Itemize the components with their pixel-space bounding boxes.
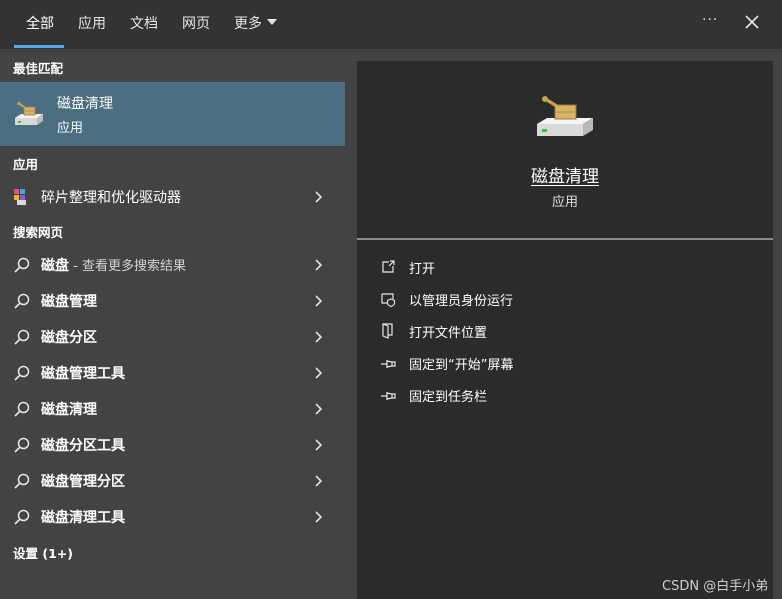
web-result-item[interactable]: 磁盘分区 <box>0 318 345 354</box>
web-search-header: 搜索网页 <box>13 225 64 240</box>
chevron-right-icon <box>315 191 323 203</box>
tab-web[interactable]: 网页 <box>182 14 210 34</box>
chevron-right-icon <box>315 403 323 415</box>
app-item-label: 碎片整理和优化驱动器 <box>41 190 181 206</box>
action-label: 固定到“开始”屏幕 <box>409 358 514 373</box>
web-result-label: 磁盘分区 <box>41 327 97 347</box>
search-icon <box>14 329 30 345</box>
web-result-query: 磁盘清理工具 <box>41 510 125 526</box>
chevron-right-icon <box>315 511 323 523</box>
web-result-query: 磁盘管理 <box>41 294 97 310</box>
action-pin-to-taskbar[interactable]: 固定到任务栏 <box>357 380 773 410</box>
tab-documents[interactable]: 文档 <box>130 14 158 34</box>
search-icon <box>14 437 30 453</box>
best-match-item[interactable]: 磁盘清理 应用 <box>0 82 345 146</box>
web-result-label: 磁盘管理分区 <box>41 471 125 491</box>
ellipsis-icon[interactable]: ··· <box>702 10 722 30</box>
web-result-query: 磁盘管理工具 <box>41 366 125 382</box>
chevron-right-icon <box>315 367 323 379</box>
action-label: 打开 <box>409 262 436 277</box>
web-result-label: 磁盘分区工具 <box>41 435 125 455</box>
action-label: 固定到任务栏 <box>409 390 488 405</box>
web-result-item[interactable]: 磁盘管理分区 <box>0 462 345 498</box>
shield-icon <box>381 293 396 307</box>
web-result-item[interactable]: 磁盘 - 查看更多搜索结果 <box>0 246 345 282</box>
preview-pane: 磁盘清理 应用 打开 以管理员身份运行 打开文件位置 固定到“开始”屏幕 固定到… <box>357 61 773 599</box>
web-result-query: 磁盘分区工具 <box>41 438 125 454</box>
search-icon <box>14 365 30 381</box>
watermark: CSDN @白手小弟 <box>662 579 769 594</box>
divider <box>357 238 773 240</box>
web-result-item[interactable]: 磁盘清理工具 <box>0 498 345 534</box>
action-run-as-admin[interactable]: 以管理员身份运行 <box>357 284 773 314</box>
search-icon <box>14 509 30 525</box>
action-label: 以管理员身份运行 <box>409 294 514 309</box>
search-window: 全部 应用 文档 网页 更多 ··· 最佳匹配 磁盘清理 应用 应用 碎片整理和… <box>0 0 782 599</box>
defrag-icon <box>14 189 26 205</box>
action-open-file-location[interactable]: 打开文件位置 <box>357 316 773 346</box>
web-result-query: 磁盘清理 <box>41 402 97 418</box>
web-result-label: 磁盘清理 <box>41 399 97 419</box>
chevron-right-icon <box>315 439 323 451</box>
web-result-item[interactable]: 磁盘清理 <box>0 390 345 426</box>
chevron-right-icon <box>315 475 323 487</box>
web-result-hint: - 查看更多搜索结果 <box>69 259 186 274</box>
action-pin-to-start[interactable]: 固定到“开始”屏幕 <box>357 348 773 378</box>
close-icon[interactable] <box>743 13 761 31</box>
tab-more-label: 更多 <box>234 16 262 32</box>
disk-cleanup-icon <box>537 96 593 136</box>
chevron-down-icon <box>267 19 277 25</box>
best-match-title: 磁盘清理 <box>57 96 113 112</box>
preview-title[interactable]: 磁盘清理 <box>357 162 773 187</box>
chevron-right-icon <box>315 295 323 307</box>
action-open[interactable]: 打开 <box>357 252 773 282</box>
web-result-label: 磁盘 - 查看更多搜索结果 <box>41 255 186 275</box>
open-icon <box>382 260 395 273</box>
chevron-right-icon <box>315 259 323 271</box>
search-icon <box>14 401 30 417</box>
app-item-defrag[interactable]: 碎片整理和优化驱动器 <box>0 178 345 214</box>
web-result-item[interactable]: 磁盘管理 <box>0 282 345 318</box>
tab-apps[interactable]: 应用 <box>78 14 106 34</box>
web-result-label: 磁盘管理工具 <box>41 363 125 383</box>
best-match-header: 最佳匹配 <box>13 61 64 76</box>
tab-bar: 全部 应用 文档 网页 更多 ··· <box>0 0 782 49</box>
best-match-subtitle: 应用 <box>57 121 84 136</box>
settings-header: 设置 (1+) <box>13 546 73 561</box>
chevron-right-icon <box>315 331 323 343</box>
web-result-item[interactable]: 磁盘管理工具 <box>0 354 345 390</box>
search-icon <box>14 473 30 489</box>
pin-icon <box>381 392 396 400</box>
preview-subtitle: 应用 <box>551 195 578 210</box>
file-location-icon <box>382 323 393 339</box>
tab-more[interactable]: 更多 <box>234 14 277 34</box>
web-result-label: 磁盘清理工具 <box>41 507 125 527</box>
active-tab-indicator <box>14 45 64 48</box>
web-result-label: 磁盘管理 <box>41 291 97 311</box>
action-label: 打开文件位置 <box>409 326 488 341</box>
disk-cleanup-icon <box>15 101 43 125</box>
search-icon <box>14 293 30 309</box>
search-icon <box>14 257 30 273</box>
web-result-item[interactable]: 磁盘分区工具 <box>0 426 345 462</box>
pin-icon <box>381 360 396 368</box>
web-result-query: 磁盘管理分区 <box>41 474 125 490</box>
web-result-query: 磁盘分区 <box>41 330 97 346</box>
web-result-query: 磁盘 <box>41 258 69 274</box>
apps-header: 应用 <box>13 157 39 172</box>
tab-all[interactable]: 全部 <box>26 14 54 34</box>
